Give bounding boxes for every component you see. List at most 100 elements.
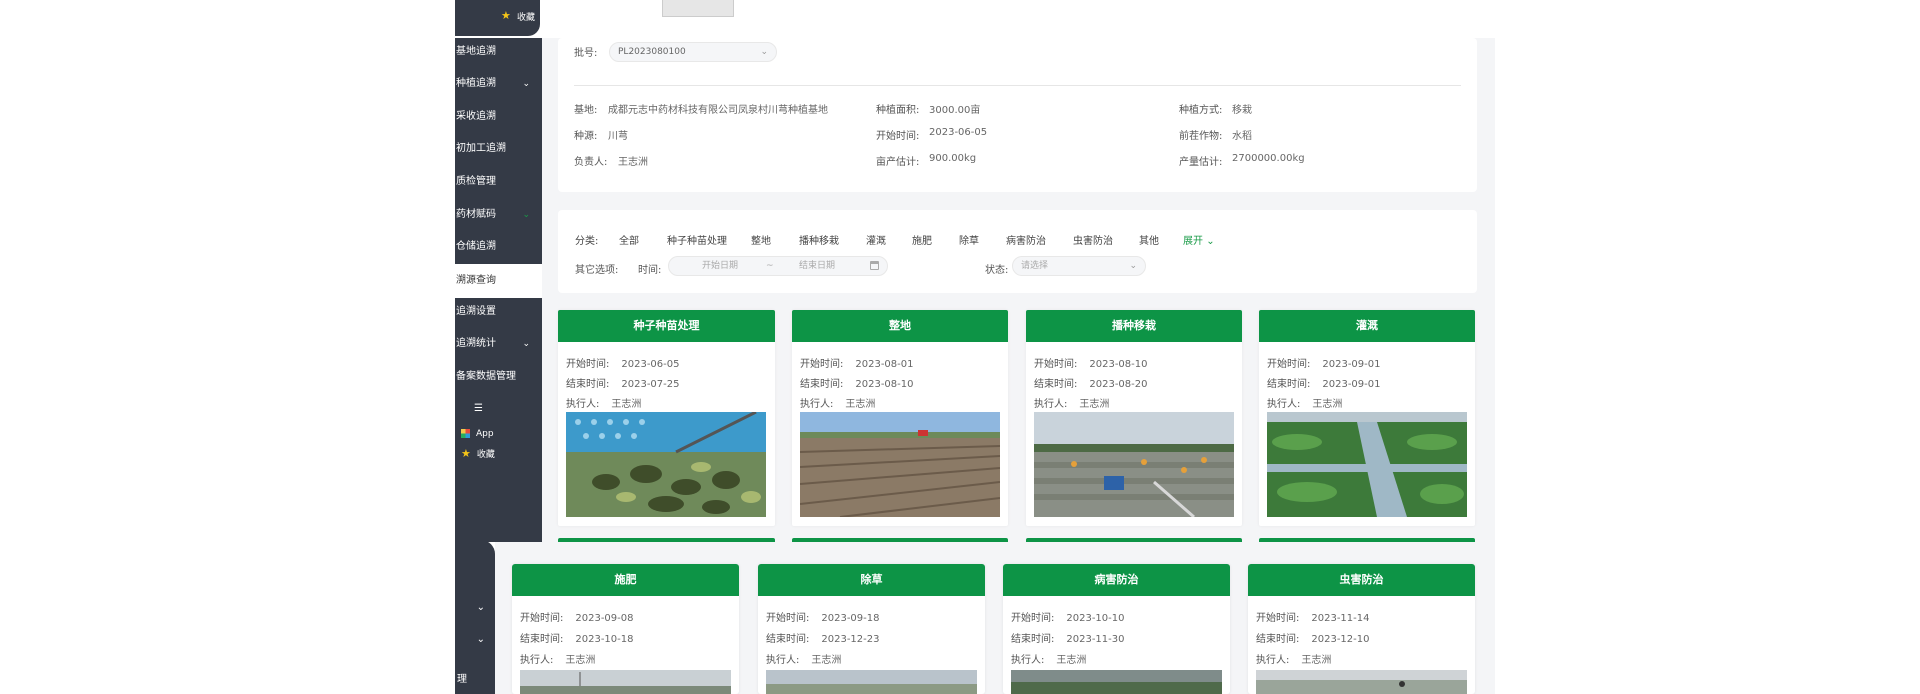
- card-header-fragment: [1259, 538, 1475, 542]
- owner-label: 负责人:: [574, 157, 608, 168]
- category-sowing[interactable]: 播种移栽: [799, 232, 839, 247]
- card-end-row: 结束时间: 2023-09-01: [1267, 379, 1381, 390]
- favorite-label[interactable]: 收藏: [517, 10, 535, 23]
- card-end-row: 结束时间: 2023-11-30: [1011, 634, 1125, 645]
- calendar-icon: [870, 261, 879, 270]
- yield-per-label: 亩产估计:: [876, 157, 920, 168]
- start-date-input[interactable]: 开始日期: [702, 257, 738, 275]
- task-card-fertilize[interactable]: 施肥 开始时间: 2023-09-08 结束时间: 2023-10-18 执行人: 王…: [512, 564, 739, 694]
- sidebar-app-link[interactable]: App: [460, 423, 547, 445]
- card-executor-row: 执行人: 王志洲: [766, 655, 842, 666]
- card-start-row: 开始时间: 2023-09-18: [766, 613, 880, 624]
- chevron-down-icon[interactable]: ⌄: [477, 602, 485, 613]
- batch-label: 批号:: [574, 48, 598, 59]
- time-label: 时间:: [638, 265, 662, 276]
- category-disease-control[interactable]: 病害防治: [1006, 232, 1046, 247]
- card-executor-row: 执行人: 王志洲: [520, 655, 596, 666]
- area-value: 3000.00亩: [929, 105, 981, 116]
- card-header-fragment: [792, 538, 1008, 542]
- card-start-row: 开始时间: 2023-08-01: [800, 359, 914, 370]
- card-photo: [566, 412, 766, 517]
- top-sidebar-fragment: ★ 收藏: [455, 0, 540, 36]
- sidebar-item-trace-statistics[interactable]: 追溯统计 ⌄: [455, 333, 542, 355]
- end-date-input[interactable]: 结束日期: [799, 257, 835, 275]
- card-start-row: 开始时间: 2023-09-08: [520, 613, 634, 624]
- card-end-row: 结束时间: 2023-10-18: [520, 634, 634, 645]
- sidebar-item-herb-coding[interactable]: 药材赋码 ⌄: [455, 204, 542, 226]
- status-select[interactable]: 请选择 ⌄: [1012, 256, 1146, 276]
- task-card-land-prep[interactable]: 整地 开始时间: 2023-08-01 结束时间: 2023-08-10 执行人: 王…: [792, 310, 1008, 526]
- card-photo: [1011, 670, 1222, 694]
- card-executor-row: 执行人: 王志洲: [1267, 399, 1343, 410]
- star-icon: ★: [461, 447, 471, 460]
- category-fertilize[interactable]: 施肥: [912, 232, 932, 247]
- task-card-weeding[interactable]: 除草 开始时间: 2023-09-18 结束时间: 2023-12-23 执行人: 王…: [758, 564, 985, 694]
- top-strip: [455, 0, 1495, 38]
- other-options-label: 其它选项:: [575, 265, 619, 276]
- card-end-row: 结束时间: 2023-07-25: [566, 379, 680, 390]
- category-other[interactable]: 其他: [1139, 232, 1159, 247]
- card-end-row: 结束时间: 2023-12-10: [1256, 634, 1370, 645]
- filter-panel: [558, 210, 1477, 293]
- sidebar-item-harvest-trace[interactable]: 采收追溯: [455, 106, 542, 128]
- chevron-down-icon[interactable]: ⌄: [477, 634, 485, 645]
- card-photo: [766, 670, 977, 694]
- category-irrigation[interactable]: 灌溉: [866, 232, 886, 247]
- category-land-prep[interactable]: 整地: [751, 232, 771, 247]
- category-weeding[interactable]: 除草: [959, 232, 979, 247]
- app-grid-icon: [461, 428, 470, 438]
- menu-collapse-icon[interactable]: ☰: [473, 398, 503, 420]
- task-card-seed-treatment[interactable]: 种子种苗处理 开始时间: 2023-06-05 结束时间: 2023-07-25 执…: [558, 310, 775, 526]
- category-pest-control[interactable]: 虫害防治: [1073, 232, 1113, 247]
- yield-total-label: 产量估计:: [1179, 157, 1223, 168]
- task-card-sowing[interactable]: 播种移栽 开始时间: 2023-08-10 结束时间: 2023-08-20 执行人…: [1026, 310, 1242, 526]
- area-label: 种植面积:: [876, 105, 920, 116]
- chevron-down-icon: ⌄: [1129, 261, 1137, 271]
- batch-select[interactable]: PL2023080100 ⌄: [609, 42, 777, 62]
- card-photo: [1267, 412, 1467, 517]
- card-title: 施肥: [512, 564, 739, 596]
- sidebar-item-planting-trace[interactable]: 种植追溯 ⌄: [455, 73, 542, 95]
- sidebar-item-processing-trace[interactable]: 初加工追溯: [455, 138, 542, 160]
- card-executor-row: 执行人: 王志洲: [1034, 399, 1110, 410]
- base-label: 基地:: [574, 105, 598, 116]
- card-header-fragment: [1026, 538, 1242, 542]
- card-end-row: 结束时间: 2023-08-10: [800, 379, 914, 390]
- card-start-row: 开始时间: 2023-10-10: [1011, 613, 1125, 624]
- card-photo: [800, 412, 1000, 517]
- chevron-down-icon: ⌄: [522, 210, 530, 220]
- card-executor-row: 执行人: 王志洲: [1011, 655, 1087, 666]
- divider: [574, 85, 1461, 86]
- sidebar-item-quality-management[interactable]: 质检管理: [455, 171, 542, 193]
- base-value: 成都元志中药材科技有限公司凤泉村川芎种植基地: [608, 105, 828, 116]
- card-executor-row: 执行人: 王志洲: [800, 399, 876, 410]
- task-card-pest-control[interactable]: 虫害防治 开始时间: 2023-11-14 结束时间: 2023-12-10 执行人…: [1248, 564, 1475, 694]
- sidebar-item-base-trace[interactable]: 基地追溯: [455, 41, 542, 63]
- screenshot-stage: ⌄ ⌄ 理 施肥 开始时间: 2023-09-08 结束时间: 2023-10-18…: [0, 0, 1920, 694]
- method-value: 移栽: [1232, 105, 1252, 116]
- card-title: 虫害防治: [1248, 564, 1475, 596]
- batch-info-panel: 批号: PL2023080100 ⌄ 基地: 成都元志中药材科技有限公司凤泉村川芎…: [558, 38, 1477, 192]
- category-all[interactable]: 全部: [619, 232, 639, 247]
- sidebar-item-trace-query[interactable]: 溯源查询: [455, 264, 542, 298]
- card-start-row: 开始时间: 2023-11-14: [1256, 613, 1370, 624]
- task-card-irrigation[interactable]: 灌溉 开始时间: 2023-09-01 结束时间: 2023-09-01 执行人: 王…: [1259, 310, 1475, 526]
- start-label: 开始时间:: [876, 131, 920, 142]
- card-header-fragment: [558, 538, 775, 542]
- yield-total-value: 2700000.00kg: [1232, 153, 1305, 164]
- card-title: 灌溉: [1259, 310, 1475, 342]
- card-executor-row: 执行人: 王志洲: [1256, 655, 1332, 666]
- sidebar: 基地追溯 种植追溯⌄ 采收追溯 初加工追溯 质检管理 药材赋码⌄ 仓储追溯⌄ 溯…: [455, 38, 542, 542]
- category-seed-treatment[interactable]: 种子种苗处理: [667, 232, 727, 247]
- prev-crop-value: 水稻: [1232, 131, 1252, 142]
- image-thumbnail: [662, 0, 734, 17]
- category-label: 分类:: [575, 236, 599, 247]
- card-start-row: 开始时间: 2023-06-05: [566, 359, 680, 370]
- date-range-picker[interactable]: 开始日期 ~ 结束日期: [668, 256, 888, 276]
- task-card-disease-control[interactable]: 病害防治 开始时间: 2023-10-10 结束时间: 2023-11-30 执行人…: [1003, 564, 1230, 694]
- card-executor-row: 执行人: 王志洲: [566, 399, 642, 410]
- expand-toggle[interactable]: 展开 ⌄: [1183, 232, 1215, 247]
- sidebar-item-filing-data[interactable]: 备案数据管理: [455, 366, 542, 388]
- sidebar-favorite-link[interactable]: ★ 收藏: [460, 443, 547, 465]
- card-title: 种子种苗处理: [558, 310, 775, 342]
